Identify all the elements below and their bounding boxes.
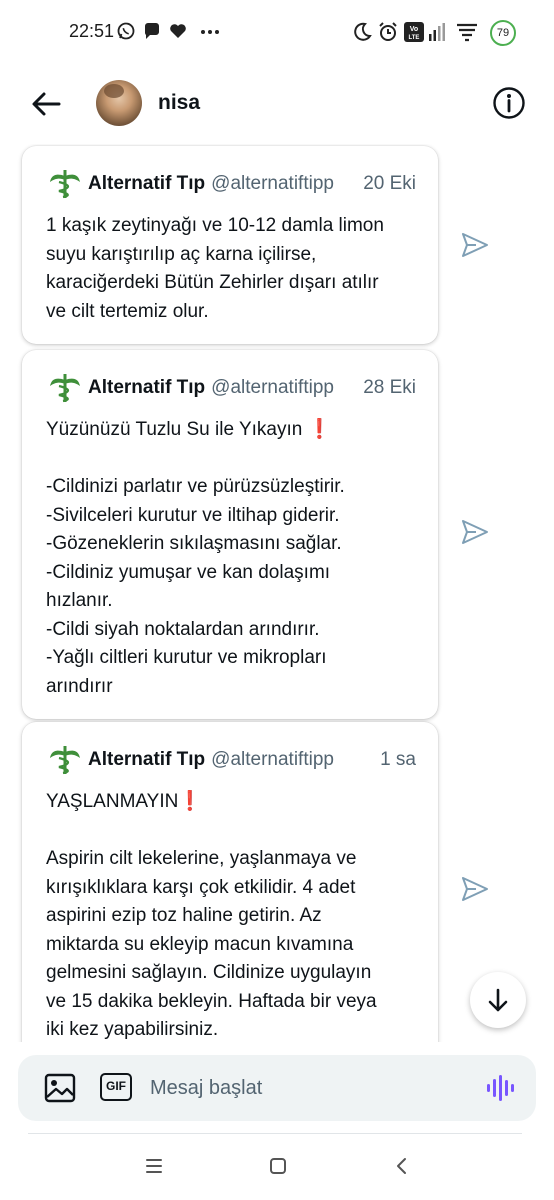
- tweet-text-line: ve 15 dakika bekleyin. Haftada bir veya: [46, 990, 377, 1012]
- tweet-time: 28 Eki: [363, 377, 416, 398]
- conversation-name[interactable]: nisa: [158, 91, 200, 115]
- volte-icon: Vo LTE: [404, 22, 424, 42]
- signal-icon: [429, 23, 445, 41]
- message-input[interactable]: [150, 1075, 450, 1101]
- share-dm-icon[interactable]: [460, 517, 490, 547]
- tweet-text-line: [46, 445, 416, 474]
- tweet-text-line: [46, 817, 416, 846]
- tweet-text-line: -Sivilceleri kurutur ve iltihap giderir.: [46, 504, 340, 526]
- tweet-handle: @alternatiftipp: [211, 173, 334, 194]
- shared-tweet-card[interactable]: Alternatif Tıp @alternatiftipp 28 Eki Yü…: [22, 350, 438, 719]
- svg-text:LTE: LTE: [409, 35, 420, 41]
- voice-message-icon[interactable]: [486, 1073, 516, 1103]
- chat-bubble-icon: [145, 23, 159, 39]
- tweet-time: 20 Eki: [363, 173, 416, 194]
- tweet-text-line: karaciğerdeki Bütün Zehirler dışarı atıl…: [46, 272, 379, 293]
- tweet-text-line: gelmesini sağlayın. Cildinize uygulayın: [46, 962, 372, 983]
- tweet-time: 1 sa: [380, 749, 416, 770]
- tweet-author: Alternatif Tıp: [88, 749, 206, 770]
- tweet-text: YAŞLANMAYIN❗ Aspirin cilt lekelerine, ya…: [46, 788, 416, 1042]
- tweet-header: Alternatif Tıp @alternatiftipp 1 sa: [46, 744, 416, 776]
- message-composer: GIF: [18, 1055, 536, 1121]
- shared-tweet-card[interactable]: Alternatif Tıp @alternatiftipp 1 sa YAŞL…: [22, 722, 438, 1042]
- avatar[interactable]: [96, 80, 142, 126]
- moon-icon: [354, 22, 372, 41]
- shared-tweet-card[interactable]: Alternatif Tıp @alternatiftipp 20 Eki 1 …: [22, 146, 438, 344]
- share-dm-icon[interactable]: [460, 874, 490, 904]
- tweet-text-line: ve cilt tertemiz olur.: [46, 300, 209, 322]
- back-chevron-icon[interactable]: [390, 1154, 414, 1178]
- tweet-text-line: suyu karıştırılıp aç karna içilirse,: [46, 243, 317, 265]
- divider: [28, 1133, 522, 1134]
- gif-button[interactable]: GIF: [100, 1073, 132, 1101]
- tweet-text-line: arındırır: [46, 675, 113, 697]
- image-icon[interactable]: [44, 1072, 76, 1104]
- tweet-handle: @alternatiftipp: [211, 749, 334, 770]
- arrow-left-icon[interactable]: [28, 86, 64, 122]
- status-bar: 22:51 Vo LTE 79: [0, 0, 554, 64]
- tweet-author: Alternatif Tıp: [88, 377, 206, 398]
- share-dm-icon[interactable]: [460, 230, 490, 260]
- tweet-text-line: -Cildiniz yumuşar ve kan dolaşımı: [46, 561, 331, 583]
- tweet-text-line: -Yağlı ciltleri kurutur ve mikropları: [46, 647, 327, 668]
- scroll-to-bottom-button[interactable]: [470, 972, 526, 1028]
- caduceus-logo-icon: [50, 374, 80, 403]
- heart-icon: [170, 24, 186, 38]
- tweet-handle: @alternatiftipp: [211, 377, 334, 398]
- tweet-text-line: iki kez yapabilirsiniz.: [46, 1019, 219, 1040]
- tweet-text-line: aspirini ezip toz haline getirin. Az: [46, 905, 322, 926]
- tweet-text-span: Yüzünüzü Tuzlu Su ile Yıkayın: [46, 419, 308, 440]
- tweet-text-line: kırışıklıklara karşı çok etkilidir. 4 ad…: [46, 876, 356, 898]
- tweet-header: Alternatif Tıp @alternatiftipp 28 Eki: [46, 372, 416, 404]
- info-icon[interactable]: [492, 86, 526, 120]
- tweet-text-line: Yüzünüzü Tuzlu Su ile Yıkayın ❗: [46, 416, 416, 445]
- tweet-text: 1 kaşık zeytinyağı ve 10-12 damla limon …: [46, 212, 416, 326]
- battery-icon: 79: [490, 20, 516, 46]
- status-time: 22:51: [69, 21, 115, 41]
- conversation-header: nisa: [0, 64, 554, 144]
- tweet-text-line: YAŞLANMAYIN❗: [46, 788, 416, 817]
- tweet-text-line: 1 kaşık zeytinyağı ve 10-12 damla limon: [46, 215, 384, 236]
- menu-icon[interactable]: [142, 1154, 166, 1178]
- exclamation-emoji: ❗: [178, 791, 203, 812]
- caduceus-logo-icon: [50, 170, 80, 199]
- exclamation-emoji: ❗: [307, 419, 332, 440]
- tweet-header: Alternatif Tıp @alternatiftipp 20 Eki: [46, 168, 416, 200]
- tweet-text-line: -Gözeneklerin sıkılaşmasını sağlar.: [46, 533, 342, 554]
- arrow-down-icon: [488, 988, 508, 1012]
- message-list[interactable]: Alternatif Tıp @alternatiftipp 20 Eki 1 …: [0, 144, 554, 1042]
- more-dots-icon: [201, 30, 219, 34]
- home-square-icon[interactable]: [266, 1154, 290, 1178]
- tweet-text-line: miktarda su ekleyip macun kıvamına: [46, 933, 354, 955]
- tweet-text-span: YAŞLANMAYIN: [46, 791, 179, 812]
- alarm-icon: [379, 22, 397, 41]
- tweet-text: Yüzünüzü Tuzlu Su ile Yıkayın ❗ -Cildini…: [46, 416, 416, 701]
- tweet-author: Alternatif Tıp: [88, 173, 206, 194]
- tweet-text-line: -Cildi siyah noktalardan arındırır.: [46, 618, 320, 640]
- tweet-text-line: hızlanır.: [46, 590, 113, 611]
- whatsapp-icon: [117, 22, 135, 40]
- tweet-text-line: Aspirin cilt lekelerine, yaşlanmaya ve: [46, 848, 357, 869]
- svg-text:Vo: Vo: [410, 26, 418, 33]
- caduceus-logo-icon: [50, 746, 80, 775]
- wifi-icon: [457, 23, 477, 42]
- tweet-text-line: -Cildinizi parlatır ve pürüzsüzleştirir.: [46, 476, 345, 497]
